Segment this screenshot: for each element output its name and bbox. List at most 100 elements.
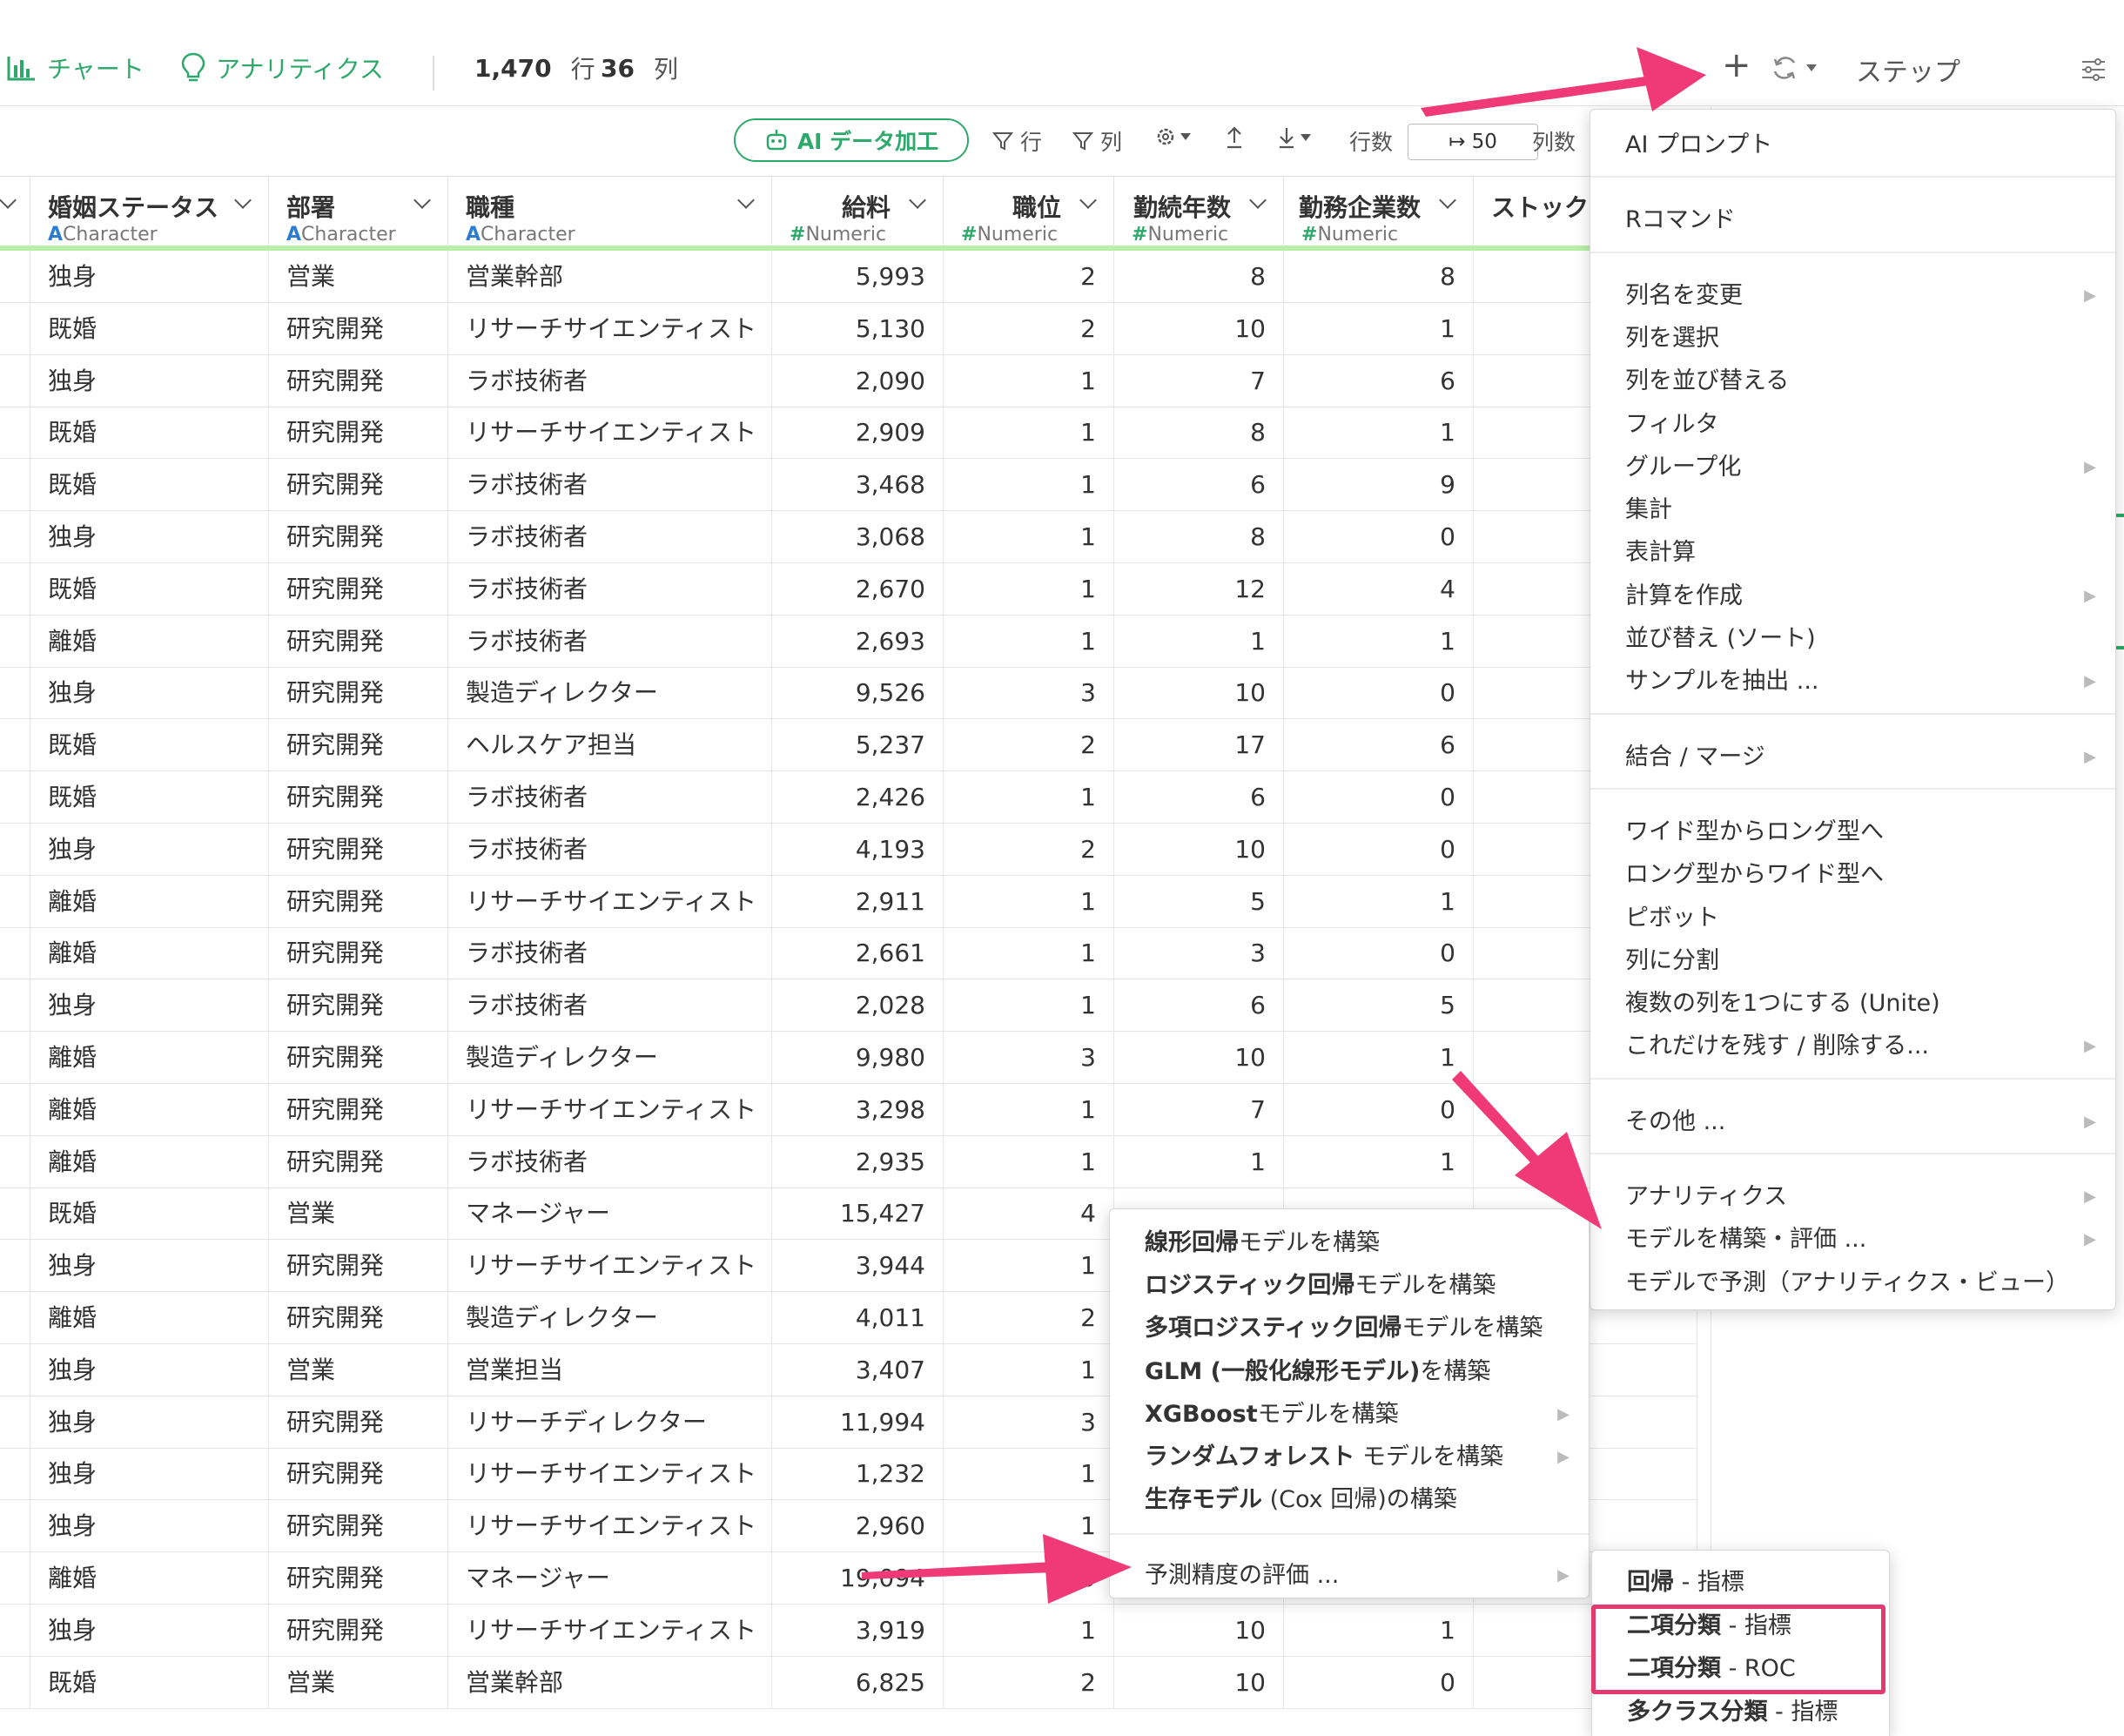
table-cell: 6,825 bbox=[772, 1656, 944, 1709]
menu-item[interactable]: 列名を変更 ▶ bbox=[1590, 274, 2115, 317]
menu-item[interactable]: 結合 / マージ ▶ bbox=[1590, 736, 2115, 778]
column-header[interactable]: 勤務企業数 #Numeric bbox=[1284, 177, 1474, 246]
menu-item-label: サンプルを抽出 ... bbox=[1625, 668, 1819, 696]
column-name: 職種 bbox=[466, 193, 515, 222]
menu-item[interactable]: これだけを残す / 削除する... ▶ bbox=[1590, 1025, 2115, 1067]
menu-item[interactable]: 集計 bbox=[1590, 488, 2115, 531]
model-menu-item-label: モデルを構築 bbox=[1354, 1443, 1503, 1470]
refresh-button[interactable] bbox=[1771, 54, 1822, 82]
column-header[interactable]: 職種 ACharacter bbox=[448, 177, 772, 246]
table-cell: 研究開発 bbox=[269, 771, 448, 824]
menu-item[interactable]: モデルを構築・評価 ... ▶ bbox=[1590, 1218, 2115, 1261]
row-selector-cell bbox=[0, 615, 30, 668]
menu-item[interactable]: 並び替え (ソート) bbox=[1590, 617, 2115, 660]
settings-button[interactable] bbox=[2080, 57, 2107, 82]
filter-rows-label: 行 bbox=[1020, 130, 1043, 155]
chevron-down-icon[interactable] bbox=[234, 192, 252, 209]
ai-data-wrangling-button[interactable]: AI データ加工 bbox=[734, 118, 969, 162]
table-cell: 離婚 bbox=[30, 927, 269, 980]
model-menu-item-label: モデルを構築 bbox=[1239, 1229, 1380, 1256]
model-menu-item[interactable]: GLM (一般化線形モデル)を構築 bbox=[1110, 1350, 1589, 1393]
menu-item[interactable]: グループ化 ▶ bbox=[1590, 446, 2115, 488]
chevron-down-icon[interactable] bbox=[909, 192, 926, 209]
table-cell: 0 bbox=[1284, 1083, 1474, 1136]
evaluation-menu-item[interactable]: 多クラス分類 - 指標 bbox=[1592, 1691, 1889, 1733]
chevron-down-icon bbox=[0, 192, 17, 209]
filter-columns-button[interactable]: 列 bbox=[1072, 125, 1122, 157]
add-step-button[interactable]: + bbox=[1722, 45, 1751, 85]
model-menu-item[interactable]: 生存モデル (Cox 回帰)の構築 bbox=[1110, 1478, 1589, 1521]
sort-ascending-button[interactable] bbox=[1224, 125, 1245, 150]
menu-item[interactable]: Rコマンド bbox=[1590, 198, 2115, 241]
chevron-down-icon[interactable] bbox=[1249, 192, 1267, 209]
row-selector-cell bbox=[0, 875, 30, 928]
settings-dropdown[interactable] bbox=[1154, 125, 1200, 148]
model-menu-item[interactable]: 予測精度の評価 ... ▶ bbox=[1110, 1554, 1589, 1597]
model-menu-item[interactable]: XGBoostモデルを構築 ▶ bbox=[1110, 1393, 1589, 1436]
table-cell: 研究開発 bbox=[269, 667, 448, 720]
rows-limit-input[interactable]: ↦ 50 bbox=[1408, 124, 1538, 160]
column-header[interactable]: 婚姻ステータス ACharacter bbox=[30, 177, 269, 246]
model-menu-item[interactable]: 多項ロジスティック回帰モデルを構築 bbox=[1110, 1307, 1589, 1349]
table-cell: マネージャー bbox=[448, 1552, 772, 1605]
column-header[interactable]: 勤続年数 #Numeric bbox=[1114, 177, 1284, 246]
steps-label: ステップ bbox=[1856, 57, 1960, 88]
table-cell: 15,427 bbox=[772, 1188, 944, 1241]
table-cell: 研究開発 bbox=[269, 875, 448, 928]
menu-item[interactable]: 複数の列を1つにする (Unite) bbox=[1590, 982, 2115, 1025]
table-cell: 研究開発 bbox=[269, 615, 448, 668]
chart-tab[interactable]: チャート bbox=[7, 50, 145, 85]
table-cell: 1 bbox=[944, 354, 1114, 407]
table-cell: 研究開発 bbox=[269, 1396, 448, 1449]
menu-item[interactable]: 列を選択 bbox=[1590, 317, 2115, 360]
table-cell: 独身 bbox=[30, 667, 269, 720]
submenu-arrow-icon: ▶ bbox=[1557, 1448, 1569, 1466]
menu-item[interactable]: ピボット bbox=[1590, 897, 2115, 939]
evaluation-menu-item[interactable]: 回帰 - 指標 bbox=[1592, 1561, 1889, 1604]
sort-descending-dropdown[interactable] bbox=[1276, 125, 1318, 150]
table-row: 既婚 研究開発 リサーチサイエンティスト 2,909 1 8 1 bbox=[0, 407, 1697, 460]
filter-rows-button[interactable]: 行 bbox=[992, 125, 1042, 157]
table-cell: 1 bbox=[1284, 302, 1474, 355]
menu-item[interactable]: ロング型からワイド型へ bbox=[1590, 853, 2115, 896]
chevron-down-icon[interactable] bbox=[1079, 192, 1097, 209]
row-count-unit: 行 bbox=[570, 55, 595, 84]
table-cell: 既婚 bbox=[30, 771, 269, 824]
menu-item[interactable]: ワイド型からロング型へ bbox=[1590, 811, 2115, 853]
column-header[interactable]: 部署 ACharacter bbox=[269, 177, 448, 246]
menu-item[interactable]: モデルで予測（アナリティクス・ビュー） bbox=[1590, 1262, 2115, 1304]
filter-icon bbox=[1072, 132, 1093, 151]
menu-item[interactable]: 表計算 bbox=[1590, 531, 2115, 574]
menu-separator bbox=[1590, 712, 2115, 715]
menu-item[interactable]: その他 ... ▶ bbox=[1590, 1100, 2115, 1143]
analytics-tab[interactable]: アナリティクス bbox=[181, 50, 384, 85]
column-header[interactable]: 給料 #Numeric bbox=[772, 177, 944, 246]
model-menu-item[interactable]: ランダムフォレスト モデルを構築 ▶ bbox=[1110, 1436, 1589, 1478]
character-type-icon: A bbox=[466, 224, 481, 246]
menu-item[interactable]: フィルタ bbox=[1590, 403, 2115, 446]
filter-icon bbox=[992, 132, 1013, 151]
model-menu-item[interactable]: 線形回帰モデルを構築 bbox=[1110, 1221, 1589, 1264]
chevron-down-icon[interactable] bbox=[413, 192, 431, 209]
menu-item[interactable]: サンプルを抽出 ... ▶ bbox=[1590, 660, 2115, 703]
menu-item[interactable]: 列に分割 bbox=[1590, 939, 2115, 982]
table-cell: 3,068 bbox=[772, 511, 944, 563]
analytics-tab-label: アナリティクス bbox=[216, 55, 384, 84]
table-cell: 研究開発 bbox=[269, 407, 448, 460]
menu-item[interactable]: 列を並び替える bbox=[1590, 360, 2115, 402]
row-selector-cell bbox=[0, 1656, 30, 1709]
menu-item[interactable]: AI プロンプト bbox=[1590, 124, 2115, 166]
menu-item-label: 集計 bbox=[1625, 496, 1672, 524]
menu-item[interactable]: 計算を作成 ▶ bbox=[1590, 575, 2115, 617]
chevron-down-icon[interactable] bbox=[737, 192, 755, 209]
divider bbox=[433, 56, 434, 91]
submenu-arrow-icon: ▶ bbox=[2084, 1037, 2096, 1056]
model-menu-item[interactable]: ロジスティック回帰モデルを構築 bbox=[1110, 1264, 1589, 1307]
submenu-arrow-icon: ▶ bbox=[2084, 1188, 2096, 1206]
chevron-down-icon[interactable] bbox=[1439, 192, 1456, 209]
table-cell: ラボ技術者 bbox=[448, 1135, 772, 1188]
table-cell: 2 bbox=[944, 251, 1114, 303]
menu-item[interactable]: アナリティクス ▶ bbox=[1590, 1175, 2115, 1218]
column-header[interactable]: 職位 #Numeric bbox=[944, 177, 1114, 246]
character-type-icon: A bbox=[48, 224, 64, 246]
